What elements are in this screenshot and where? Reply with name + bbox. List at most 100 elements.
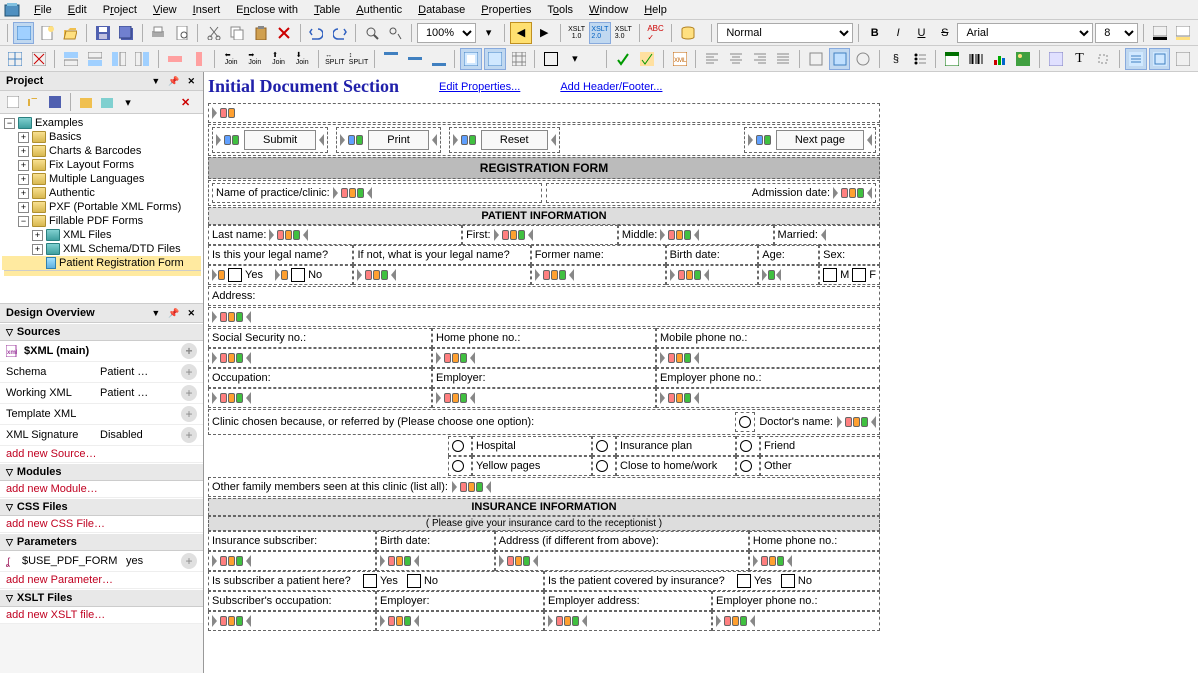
tool-preview-icon[interactable] [171,22,192,44]
add-param-link[interactable]: add new Parameter… [0,572,203,589]
tool-paste-icon[interactable] [250,22,271,44]
menu-edit[interactable]: Edit [60,2,95,18]
join-up-icon[interactable]: ⬆Join [268,48,290,70]
bullets-icon[interactable] [909,48,931,70]
modules-header[interactable]: ▽Modules [0,463,203,481]
proj-open-icon[interactable] [25,93,43,111]
tool-forecolor-icon[interactable] [1149,22,1170,44]
tool-saveall-icon[interactable] [115,22,136,44]
chart-icon[interactable] [989,48,1011,70]
validate2-icon[interactable] [636,48,658,70]
validate-icon[interactable] [612,48,634,70]
split-v-icon[interactable]: ↕SPLIT [348,48,370,70]
edit-properties-link[interactable]: Edit Properties... [439,81,520,93]
markup-show2-icon[interactable] [484,48,506,70]
align-left-icon[interactable] [701,48,723,70]
add-xslt-link[interactable]: add new XSLT file… [0,607,203,624]
join-left-icon[interactable]: ⬅Join [220,48,242,70]
tbl-delete-icon[interactable] [28,48,50,70]
tool-delete-icon[interactable] [273,22,294,44]
menu-table[interactable]: Table [306,2,348,18]
menu-properties[interactable]: Properties [473,2,539,18]
align-right-icon[interactable] [749,48,771,70]
row-after-icon[interactable] [84,48,106,70]
next-page-button[interactable]: Next page [776,130,864,150]
section-icon[interactable]: § [885,48,907,70]
panel-close-icon[interactable]: ✕ [185,308,197,319]
param-row[interactable]: ʆ $USE_PDF_FORMyes+ [0,551,203,572]
menu-help[interactable]: Help [636,2,675,18]
xslt10-button[interactable]: XSLT1.0 [566,22,587,44]
add-module-link[interactable]: add new Module… [0,481,203,498]
overview-row[interactable]: XML SignatureDisabled+ [0,425,203,446]
tbl-insert-icon[interactable] [4,48,26,70]
params-header[interactable]: ▽Parameters [0,533,203,551]
menu-tools[interactable]: Tools [539,2,581,18]
valign-mid-icon[interactable] [404,48,426,70]
tool-new-icon[interactable] [36,22,57,44]
tool-print-icon[interactable] [148,22,169,44]
add-source-link[interactable]: add new Source… [0,446,203,463]
tool-cut-icon[interactable] [203,22,224,44]
box1-icon[interactable] [805,48,827,70]
design-canvas[interactable]: Initial Document Section Edit Properties… [204,72,1198,673]
tool-undo-icon[interactable] [306,22,327,44]
menu-view[interactable]: View [145,2,185,18]
border-dd-icon[interactable]: ▾ [564,48,586,70]
underline-button[interactable]: U [911,22,932,44]
join-down-icon[interactable]: ⬇Join [291,48,313,70]
overview-row[interactable]: Working XMLPatient …+ [0,383,203,404]
tool-next-icon[interactable]: ▶ [534,22,555,44]
del-col-icon[interactable] [188,48,210,70]
tool-open-icon[interactable] [60,22,81,44]
tool-redo-icon[interactable] [329,22,350,44]
box3-icon[interactable] [852,48,874,70]
del-row-icon[interactable] [164,48,186,70]
italic-button[interactable]: I [887,22,908,44]
tool-findnext-icon[interactable] [385,22,406,44]
add-icon[interactable]: + [181,343,197,359]
print-button[interactable]: Print [368,130,429,150]
menu-enclose[interactable]: Enclose with [228,2,306,18]
proj-new-icon[interactable] [4,93,22,111]
xslt20-button[interactable]: XSLT2.0 [589,22,610,44]
align-justify-icon[interactable] [772,48,794,70]
add-css-link[interactable]: add new CSS File… [0,516,203,533]
markup-show-icon[interactable] [460,48,482,70]
proj-delete-icon[interactable]: ✕ [181,96,199,109]
strike-button[interactable]: S [934,22,955,44]
show-tags2-icon[interactable] [1149,48,1171,70]
menu-authentic[interactable]: Authentic [348,2,410,18]
reset-button[interactable]: Reset [481,130,548,150]
proj-add-icon[interactable] [77,93,95,111]
panel-dropdown-icon[interactable]: ▼ [149,308,162,319]
bold-button[interactable]: B [864,22,885,44]
panel-pin-icon[interactable]: 📌 [166,76,181,87]
proj-add2-icon[interactable] [98,93,116,111]
show-tags3-icon[interactable] [1172,48,1194,70]
tree-item-selected[interactable]: Patient Registration Form [2,256,201,270]
tool-find-icon[interactable] [361,22,382,44]
xml-main-row[interactable]: xml $XML (main) + [0,341,203,362]
menu-database[interactable]: Database [410,2,473,18]
col-after-icon[interactable] [131,48,153,70]
menu-project[interactable]: Project [95,2,145,18]
row-before-icon[interactable] [60,48,82,70]
table-icn-icon[interactable] [941,48,963,70]
xml-icon[interactable]: XML [669,48,691,70]
text-icon[interactable]: T [1069,48,1091,70]
project-tree[interactable]: − Examples +Basics +Charts & Barcodes +F… [0,114,203,304]
overview-row[interactable]: Template XML+ [0,404,203,425]
menu-window[interactable]: Window [581,2,636,18]
tool-save-icon[interactable] [92,22,113,44]
panel-close-icon[interactable]: ✕ [185,76,197,87]
panel-pin-icon[interactable]: 📌 [166,308,181,319]
panel-dropdown-icon[interactable]: ▼ [149,76,162,87]
tool-copy-icon[interactable] [227,22,248,44]
zoom-combo[interactable]: 100% [417,23,476,43]
align-center-icon[interactable] [725,48,747,70]
submit-button[interactable]: Submit [244,130,316,150]
add-header-footer-link[interactable]: Add Header/Footer... [560,81,662,93]
border-icon[interactable] [540,48,562,70]
css-header[interactable]: ▽CSS Files [0,498,203,516]
